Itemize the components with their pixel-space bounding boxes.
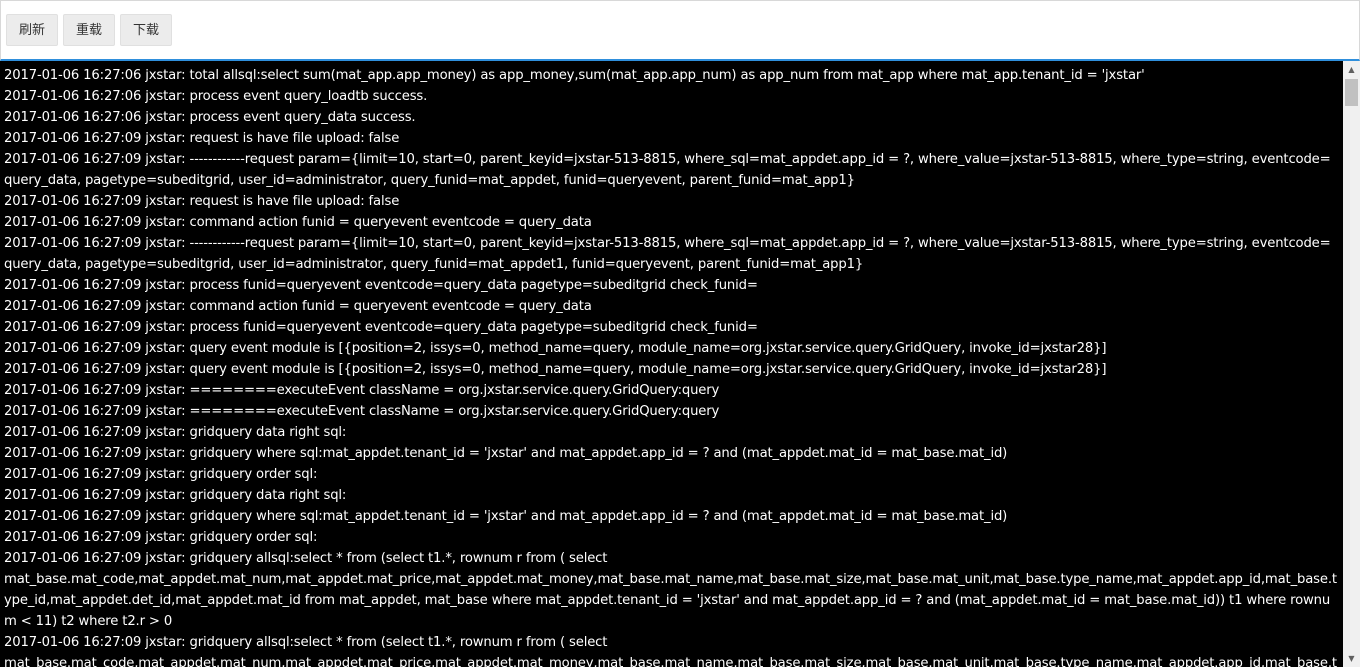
log-line: 2017-01-06 16:27:09 jxstar: ------------…: [4, 236, 1331, 272]
log-line: mat_base.mat_code,mat_appdet.mat_num,mat…: [4, 656, 1337, 667]
scrollbar-thumb[interactable]: [1345, 79, 1358, 106]
log-line: 2017-01-06 16:27:09 jxstar: gridquery al…: [4, 635, 608, 650]
vertical-scrollbar[interactable]: ▲ ▼: [1343, 61, 1360, 667]
toolbar: 刷新 重载 下载: [0, 0, 1360, 61]
log-line: 2017-01-06 16:27:09 jxstar: gridquery da…: [4, 425, 347, 440]
log-line: 2017-01-06 16:27:09 jxstar: gridquery wh…: [4, 446, 1008, 461]
log-line: 2017-01-06 16:27:09 jxstar: request is h…: [4, 194, 400, 209]
log-line: 2017-01-06 16:27:09 jxstar: ------------…: [4, 152, 1331, 188]
download-button[interactable]: 下载: [120, 14, 172, 46]
refresh-button[interactable]: 刷新: [6, 14, 58, 46]
log-line: 2017-01-06 16:27:09 jxstar: ========exec…: [4, 404, 720, 419]
log-line: 2017-01-06 16:27:09 jxstar: request is h…: [4, 131, 400, 146]
log-line: 2017-01-06 16:27:09 jxstar: gridquery or…: [4, 467, 318, 482]
log-line: mat_base.mat_code,mat_appdet.mat_num,mat…: [4, 572, 1337, 629]
scroll-up-icon[interactable]: ▲: [1343, 61, 1360, 78]
log-line: 2017-01-06 16:27:09 jxstar: gridquery da…: [4, 488, 347, 503]
log-line: 2017-01-06 16:27:09 jxstar: process funi…: [4, 278, 758, 293]
log-line: 2017-01-06 16:27:09 jxstar: ========exec…: [4, 383, 720, 398]
reload-button[interactable]: 重载: [63, 14, 115, 46]
log-line: 2017-01-06 16:27:09 jxstar: query event …: [4, 341, 1107, 356]
scroll-down-icon[interactable]: ▼: [1343, 650, 1360, 667]
log-line: 2017-01-06 16:27:09 jxstar: gridquery al…: [4, 551, 608, 566]
log-console[interactable]: 2017-01-06 16:27:06 jxstar: total allsql…: [0, 61, 1343, 667]
log-line: 2017-01-06 16:27:09 jxstar: process funi…: [4, 320, 758, 335]
log-line: 2017-01-06 16:27:09 jxstar: gridquery wh…: [4, 509, 1008, 524]
log-line: 2017-01-06 16:27:09 jxstar: command acti…: [4, 299, 592, 314]
log-line: 2017-01-06 16:27:06 jxstar: process even…: [4, 89, 428, 104]
log-line: 2017-01-06 16:27:06 jxstar: process even…: [4, 110, 416, 125]
log-line: 2017-01-06 16:27:09 jxstar: query event …: [4, 362, 1107, 377]
log-output: 2017-01-06 16:27:06 jxstar: total allsql…: [0, 61, 1337, 667]
log-line: 2017-01-06 16:27:09 jxstar: gridquery or…: [4, 530, 318, 545]
log-line: 2017-01-06 16:27:06 jxstar: total allsql…: [4, 68, 1145, 83]
log-line: 2017-01-06 16:27:09 jxstar: command acti…: [4, 215, 592, 230]
